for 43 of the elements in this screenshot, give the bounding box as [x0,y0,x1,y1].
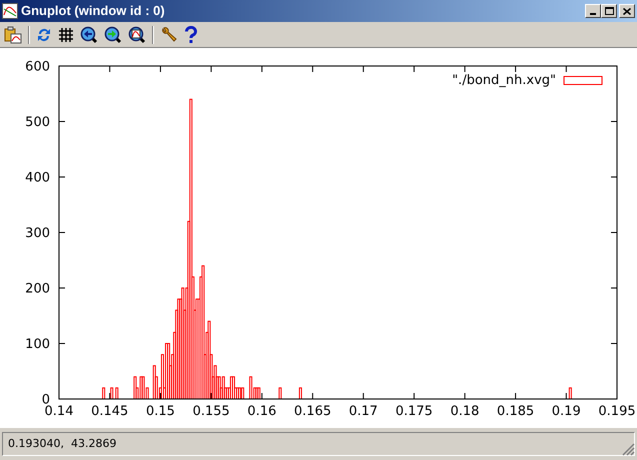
window-title: Gnuplot (window id : 0) [21,2,165,20]
unzoom-icon[interactable] [128,26,146,44]
tick-label: 500 [25,115,50,130]
refresh-icon[interactable] [36,26,52,42]
maximize-icon [604,7,614,15]
close-button[interactable] [619,4,635,18]
histogram-bar [278,387,282,400]
histogram-bar [115,387,118,400]
tick-label: 0.155 [192,404,230,419]
tick-label: 0.165 [294,404,332,419]
close-icon [623,8,631,14]
minimize-button[interactable] [585,4,601,18]
grid-icon[interactable] [58,26,74,42]
tick-label: 0.15 [146,404,175,419]
histogram-bar [298,387,302,400]
tick-label: 0.145 [91,404,128,419]
histogram-bar [568,387,572,400]
resize-grip-icon[interactable] [621,442,635,456]
wrench-icon[interactable] [160,26,178,44]
tick-label: 0.14 [44,404,74,419]
copy-icon[interactable] [4,26,22,44]
tick-label: 0.17 [348,404,378,419]
tick-label: 0.18 [450,404,480,419]
legend-label: "./bond_nh.xvg" [452,73,556,88]
histogram-bar [102,387,106,400]
zoom-back-icon[interactable] [80,26,98,44]
tick-label: 0.19 [552,404,581,419]
app-icon [2,3,18,19]
tick-label: 0.185 [496,404,534,419]
tick-label: 0.16 [247,404,276,419]
tick-label: 0.175 [395,404,433,419]
zoom-forward-icon[interactable] [104,26,122,44]
help-icon[interactable] [184,26,198,44]
minimize-icon [590,13,596,15]
tick-label: 400 [25,170,50,186]
tick-label: 200 [25,282,50,296]
tick-label: 600 [25,60,50,74]
tick-label: 100 [25,337,50,352]
cursor-coordinates: 0.193040, 43.2869 [8,436,116,452]
tick-label: 300 [25,226,50,241]
maximize-button[interactable] [601,4,617,18]
histogram-bar [110,387,114,400]
tick-label: 0.195 [598,404,636,419]
